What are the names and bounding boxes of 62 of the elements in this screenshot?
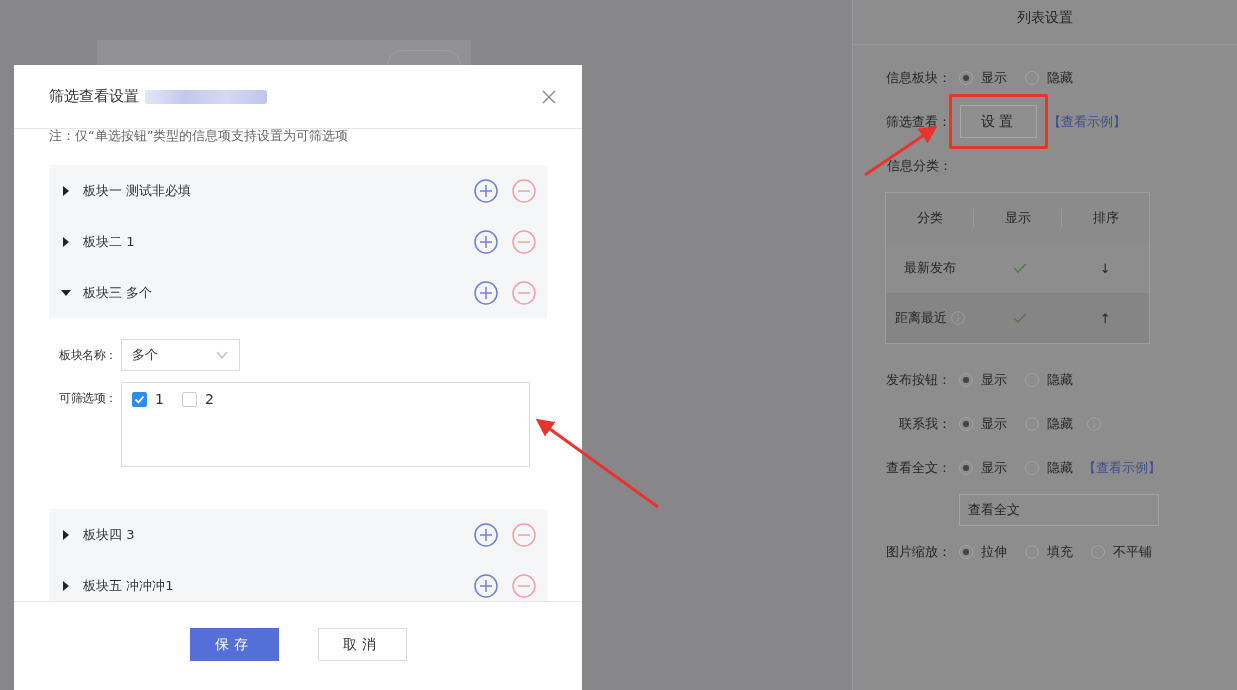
radio-label: 填充 bbox=[1047, 543, 1073, 561]
radio-label: 显示 bbox=[981, 415, 1007, 433]
add-icon[interactable] bbox=[474, 280, 498, 305]
field-label: 筛选查看： bbox=[885, 112, 951, 131]
cancel-button[interactable]: 取消 bbox=[317, 628, 407, 661]
field-label: 发布按钮： bbox=[885, 371, 951, 389]
table-cell: 距离最近 bbox=[894, 309, 947, 327]
section-header[interactable]: 板块二 1 bbox=[49, 216, 547, 267]
section-name: 板块一 测试非必填 bbox=[83, 181, 193, 200]
section-header[interactable]: 板块四 3 bbox=[49, 509, 547, 560]
add-icon[interactable] bbox=[474, 522, 498, 547]
section-header[interactable]: 板块五 冲冲冲1 bbox=[49, 560, 547, 601]
radio-label: 隐藏 bbox=[1047, 415, 1073, 433]
checkbox-label: 1 bbox=[155, 391, 164, 407]
remove-icon[interactable] bbox=[512, 522, 536, 547]
field-label: 信息板块： bbox=[885, 69, 951, 87]
radio-label: 显示 bbox=[981, 459, 1007, 477]
radio-label: 隐藏 bbox=[1047, 69, 1073, 87]
dialog-title: 筛选查看设置 bbox=[49, 87, 139, 106]
section-header[interactable]: 板块一 测试非必填 bbox=[49, 165, 547, 216]
save-button[interactable]: 保存 bbox=[189, 628, 279, 661]
field-label: 信息分类： bbox=[886, 157, 953, 175]
radio-label: 拉伸 bbox=[981, 543, 1007, 561]
section-name: 板块二 1 bbox=[83, 232, 136, 251]
sort-arrow[interactable]: ↑ bbox=[1099, 310, 1111, 326]
field-label: 联系我： bbox=[898, 415, 951, 433]
close-icon[interactable] bbox=[542, 89, 556, 104]
check-icon bbox=[134, 393, 145, 405]
section-name: 板块四 3 bbox=[83, 525, 136, 544]
field-label: 可筛选项： bbox=[59, 390, 118, 407]
section-name: 板块三 多个 bbox=[83, 283, 154, 302]
field-label: 板块名称： bbox=[59, 347, 118, 364]
table-cell: 最新发布 bbox=[903, 259, 956, 277]
settings-button[interactable]: 设置 bbox=[960, 105, 1037, 138]
section-header[interactable]: 板块三 多个 bbox=[49, 267, 547, 318]
add-icon[interactable] bbox=[474, 178, 498, 203]
dropdown-value: 多个 bbox=[132, 346, 158, 364]
remove-icon[interactable] bbox=[512, 573, 536, 598]
dropdown[interactable]: 多个 bbox=[121, 339, 240, 371]
field-label: 查看全文： bbox=[885, 459, 951, 477]
sort-arrow[interactable]: ↓ bbox=[1099, 260, 1111, 276]
checkbox[interactable] bbox=[132, 391, 147, 407]
add-icon[interactable] bbox=[474, 229, 498, 254]
panel-title: 列表设置 bbox=[853, 0, 1237, 45]
checkbox[interactable] bbox=[181, 391, 197, 407]
radio-label: 隐藏 bbox=[1047, 371, 1073, 389]
radio-label: 隐藏 bbox=[1047, 459, 1073, 477]
remove-icon[interactable] bbox=[512, 178, 536, 203]
radio-label: 显示 bbox=[981, 69, 1007, 87]
radio-label: 显示 bbox=[981, 371, 1007, 389]
column-header: 排序 bbox=[1092, 209, 1119, 227]
column-header: 分类 bbox=[916, 209, 943, 227]
radio-label: 不平铺 bbox=[1113, 543, 1152, 561]
add-icon[interactable] bbox=[474, 573, 498, 598]
field-label: 图片缩放： bbox=[885, 543, 951, 561]
checkbox-label: 2 bbox=[204, 391, 214, 407]
section-name: 板块五 冲冲冲1 bbox=[83, 576, 175, 595]
text-field[interactable]: 查看全文 bbox=[959, 494, 1159, 526]
note-text: 注：仅“单选按钮”类型的信息项支持设置为可筛选项 bbox=[49, 129, 350, 145]
remove-icon[interactable] bbox=[512, 280, 536, 305]
column-header: 显示 bbox=[1004, 209, 1031, 227]
remove-icon[interactable] bbox=[512, 229, 536, 254]
